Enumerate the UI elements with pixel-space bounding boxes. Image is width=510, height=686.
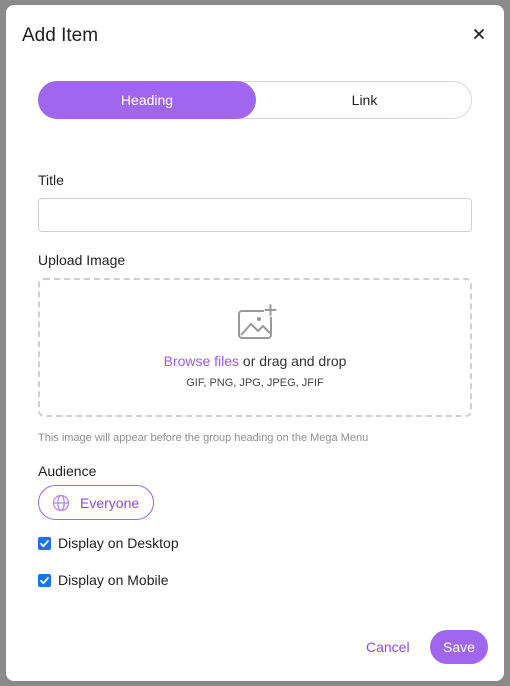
display-desktop-label: Display on Desktop	[58, 535, 179, 551]
audience-label: Audience	[38, 463, 97, 479]
title-input[interactable]	[38, 198, 472, 232]
display-mobile-checkbox[interactable]	[38, 574, 51, 587]
save-button[interactable]: Save	[430, 630, 488, 664]
image-add-icon	[238, 304, 277, 339]
add-item-dialog: Add Item Heading Link Title Upload Image…	[6, 5, 504, 681]
display-mobile-label: Display on Mobile	[58, 572, 169, 588]
drag-drop-text: or drag and drop	[239, 353, 347, 369]
close-icon	[474, 29, 484, 39]
display-desktop-checkbox[interactable]	[38, 537, 51, 550]
image-dropzone[interactable]: Browse files or drag and drop GIF, PNG, …	[38, 278, 472, 417]
accepted-formats: GIF, PNG, JPG, JPEG, JFIF	[186, 377, 324, 389]
tab-link[interactable]: Link	[256, 81, 473, 119]
tab-heading[interactable]: Heading	[38, 81, 256, 119]
upload-image-label: Upload Image	[38, 252, 126, 268]
item-type-toggle: Heading Link	[38, 81, 472, 119]
cancel-button[interactable]: Cancel	[366, 639, 410, 655]
globe-icon	[52, 494, 70, 512]
upload-hint: This image will appear before the group …	[38, 432, 369, 444]
checkmark-icon	[40, 540, 49, 548]
audience-value: Everyone	[80, 495, 140, 511]
close-button[interactable]	[472, 27, 486, 41]
title-label: Title	[38, 172, 64, 188]
upload-instructions: Browse files or drag and drop	[40, 353, 470, 369]
browse-files-link[interactable]: Browse files	[164, 353, 239, 369]
dialog-title: Add Item	[22, 25, 99, 46]
audience-selector[interactable]: Everyone	[38, 485, 154, 520]
checkmark-icon	[40, 577, 49, 585]
